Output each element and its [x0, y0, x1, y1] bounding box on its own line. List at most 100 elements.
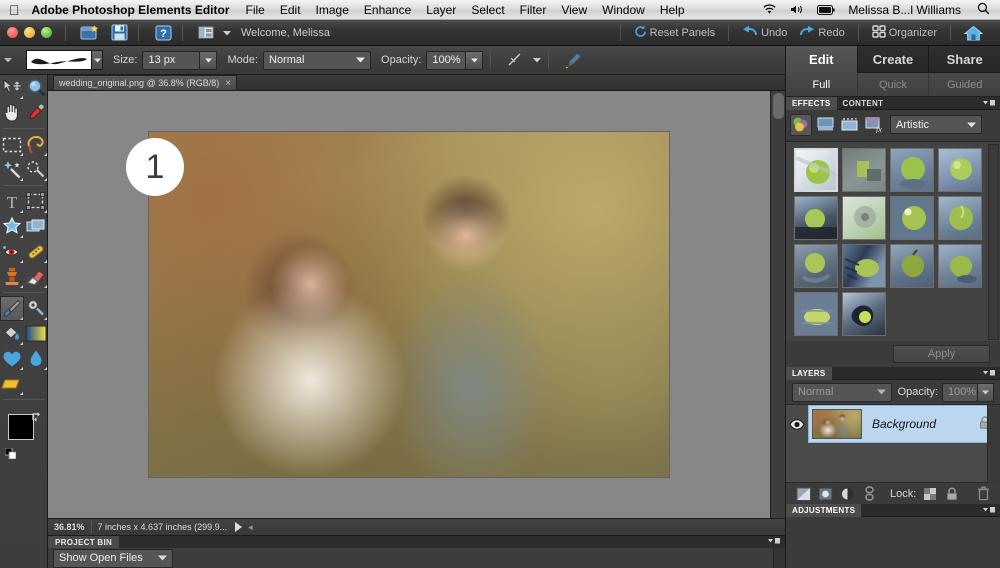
os-user-name[interactable]: Melissa B...l Williams	[848, 3, 961, 17]
gradient-tool[interactable]	[24, 321, 48, 346]
filter-category-select[interactable]: Artistic	[890, 115, 982, 134]
tab-adjustments[interactable]: ADJUSTMENTS	[786, 504, 861, 517]
tab-effects[interactable]: EFFECTS	[786, 97, 837, 110]
effect-thumbnail[interactable]	[842, 292, 886, 336]
hand-tool[interactable]	[0, 100, 24, 125]
tab-share[interactable]: Share	[929, 46, 1000, 73]
brush-preview[interactable]	[26, 50, 92, 70]
effect-thumbnail[interactable]	[938, 196, 982, 240]
brush-tool[interactable]	[0, 296, 24, 321]
lasso-tool[interactable]	[24, 132, 48, 157]
layout-icon[interactable]	[195, 22, 219, 44]
volume-icon[interactable]	[790, 4, 804, 15]
project-bin-tab[interactable]: PROJECT BIN	[48, 536, 119, 549]
redo-button[interactable]: Redo	[799, 25, 844, 40]
filters-icon[interactable]	[790, 114, 812, 136]
shape-tool[interactable]	[0, 371, 24, 396]
effect-thumbnail[interactable]	[794, 148, 838, 192]
selection-brush-tool[interactable]	[24, 157, 48, 182]
new-layer-icon[interactable]	[794, 485, 812, 503]
project-bin-filter-select[interactable]: Show Open Files	[53, 549, 173, 568]
canvas-vertical-scrollbar[interactable]	[770, 91, 785, 518]
effect-thumbnail[interactable]	[794, 292, 838, 336]
menu-edit[interactable]: Edit	[280, 3, 301, 17]
canvas[interactable]: 1	[48, 91, 770, 518]
brush-picker-chevron-down-icon[interactable]	[92, 50, 103, 70]
straighten-tool[interactable]	[24, 214, 48, 239]
cookie-cutter-tool[interactable]	[0, 214, 24, 239]
effect-thumbnail[interactable]	[890, 196, 934, 240]
zoom-tool[interactable]	[24, 75, 48, 100]
search-icon[interactable]	[977, 2, 990, 18]
show-all-icon[interactable]: fx	[862, 114, 884, 136]
menu-file[interactable]: File	[246, 3, 265, 17]
marquee-tool[interactable]	[0, 132, 24, 157]
effect-thumbnail[interactable]	[842, 244, 886, 288]
layer-visibility-eye-icon[interactable]	[786, 405, 808, 443]
menu-filter[interactable]: Filter	[520, 3, 547, 17]
brush-settings-icon[interactable]	[561, 49, 585, 71]
close-button[interactable]	[7, 27, 18, 38]
project-bin-menu-icon[interactable]	[767, 536, 785, 548]
menu-image[interactable]: Image	[316, 3, 349, 17]
tab-layers[interactable]: LAYERS	[786, 367, 832, 380]
battery-icon[interactable]	[817, 5, 835, 15]
layer-styles-icon[interactable]	[814, 114, 836, 136]
brush-size-input[interactable]: 13 px	[142, 51, 200, 70]
layer-row[interactable]: Background	[808, 405, 1000, 443]
reset-panels-button[interactable]: Reset Panels	[634, 25, 715, 41]
menu-help[interactable]: Help	[660, 3, 685, 17]
layer-item-background[interactable]: Background	[786, 405, 1000, 443]
project-bin-scrollbar[interactable]	[773, 548, 785, 568]
opacity-input[interactable]: 100%	[426, 51, 466, 70]
airbrush-icon[interactable]	[503, 49, 527, 71]
menu-enhance[interactable]: Enhance	[364, 3, 411, 17]
scrollbar-thumb[interactable]	[773, 93, 784, 119]
effect-thumbnail[interactable]	[794, 196, 838, 240]
panel-menu-icon[interactable]	[982, 369, 1000, 377]
healing-brush-tool[interactable]	[24, 239, 48, 264]
zoom-button[interactable]	[41, 27, 52, 38]
apply-button[interactable]: Apply	[893, 345, 990, 363]
layer-name[interactable]: Background	[872, 417, 936, 431]
wifi-icon[interactable]	[762, 4, 777, 15]
layout-chevron-down-icon[interactable]	[223, 27, 231, 39]
magic-wand-tool[interactable]	[0, 157, 24, 182]
effect-thumbnail[interactable]	[938, 148, 982, 192]
zoom-level[interactable]: 36.81%	[48, 522, 91, 532]
paint-bucket-tool[interactable]	[0, 321, 24, 346]
close-icon[interactable]: ×	[225, 78, 231, 89]
effect-thumbnail[interactable]	[794, 244, 838, 288]
smudge-tool[interactable]	[24, 296, 48, 321]
menu-view[interactable]: View	[561, 3, 587, 17]
blend-mode-select[interactable]: Normal	[263, 51, 371, 70]
document-image[interactable]	[149, 132, 669, 477]
tab-full[interactable]: Full	[786, 73, 858, 96]
menu-select[interactable]: Select	[471, 3, 504, 17]
link-layers-icon[interactable]	[860, 485, 878, 503]
status-expand-icon[interactable]	[235, 522, 242, 532]
new-file-icon[interactable]	[78, 22, 102, 44]
options-bar-menu-icon[interactable]	[4, 54, 12, 66]
home-icon[interactable]	[964, 25, 986, 41]
organizer-button[interactable]: Organizer	[872, 25, 937, 41]
type-tool[interactable]: T	[0, 189, 24, 214]
effect-thumbnail[interactable]	[938, 244, 982, 288]
effects-scrollbar[interactable]	[988, 144, 999, 340]
effects-thumbnail-grid[interactable]	[786, 141, 1000, 341]
tab-create[interactable]: Create	[858, 46, 930, 73]
menu-layer[interactable]: Layer	[426, 3, 456, 17]
delete-layer-icon[interactable]	[974, 485, 992, 503]
layer-mask-icon[interactable]	[838, 485, 856, 503]
photo-effects-icon[interactable]	[838, 114, 860, 136]
layer-blend-mode-select[interactable]: Normal	[792, 383, 892, 402]
effect-thumbnail[interactable]	[890, 148, 934, 192]
crop-tool[interactable]	[24, 189, 48, 214]
apple-icon[interactable]: 	[9, 3, 20, 17]
layer-opacity-input[interactable]: 100%	[942, 383, 978, 402]
menu-window[interactable]: Window	[602, 3, 645, 17]
airbrush-chevron-down-icon[interactable]	[533, 54, 541, 66]
layers-scrollbar[interactable]	[987, 405, 1000, 483]
move-tool[interactable]	[0, 75, 24, 100]
default-colors-icon[interactable]	[5, 448, 16, 459]
